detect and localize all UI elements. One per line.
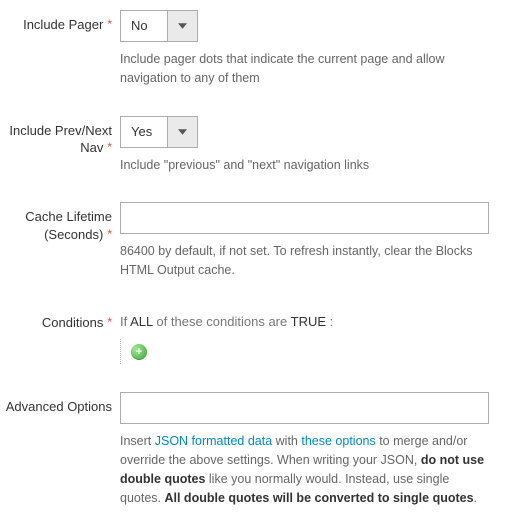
include-prevnext-note: Include "previous" and "next" navigation… (120, 156, 489, 175)
chevron-down-icon[interactable] (167, 11, 197, 41)
conditions-true-link[interactable]: TRUE (291, 314, 326, 329)
add-condition-icon[interactable] (131, 344, 147, 360)
chevron-down-icon[interactable] (167, 117, 197, 147)
conditions-label: Conditions* (0, 308, 120, 365)
required-asterisk: * (107, 227, 112, 241)
include-pager-label: Include Pager* (0, 10, 120, 88)
include-prevnext-label: Include Prev/Next Nav* (0, 116, 120, 175)
advanced-options-label: Advanced Options (0, 392, 120, 507)
json-formatted-data-link[interactable]: JSON formatted data (155, 434, 272, 448)
required-asterisk: * (107, 315, 112, 329)
advanced-options-input[interactable] (120, 392, 489, 424)
conditions-sentence: If ALL of these conditions are TRUE : (120, 308, 489, 329)
cache-lifetime-label: Cache Lifetime (Seconds)* (0, 202, 120, 280)
advanced-options-note: Insert JSON formatted data with these op… (120, 432, 489, 507)
select-value: No (121, 11, 167, 41)
required-asterisk: * (107, 140, 112, 154)
include-prevnext-select[interactable]: Yes (120, 116, 198, 148)
include-pager-select[interactable]: No (120, 10, 198, 42)
cache-lifetime-note: 86400 by default, if not set. To refresh… (120, 242, 489, 280)
required-asterisk: * (107, 17, 112, 31)
these-options-link[interactable]: these options (301, 434, 375, 448)
cache-lifetime-input[interactable] (120, 202, 489, 234)
select-value: Yes (121, 117, 167, 147)
include-pager-note: Include pager dots that indicate the cur… (120, 50, 489, 88)
conditions-all-link[interactable]: ALL (130, 314, 153, 329)
